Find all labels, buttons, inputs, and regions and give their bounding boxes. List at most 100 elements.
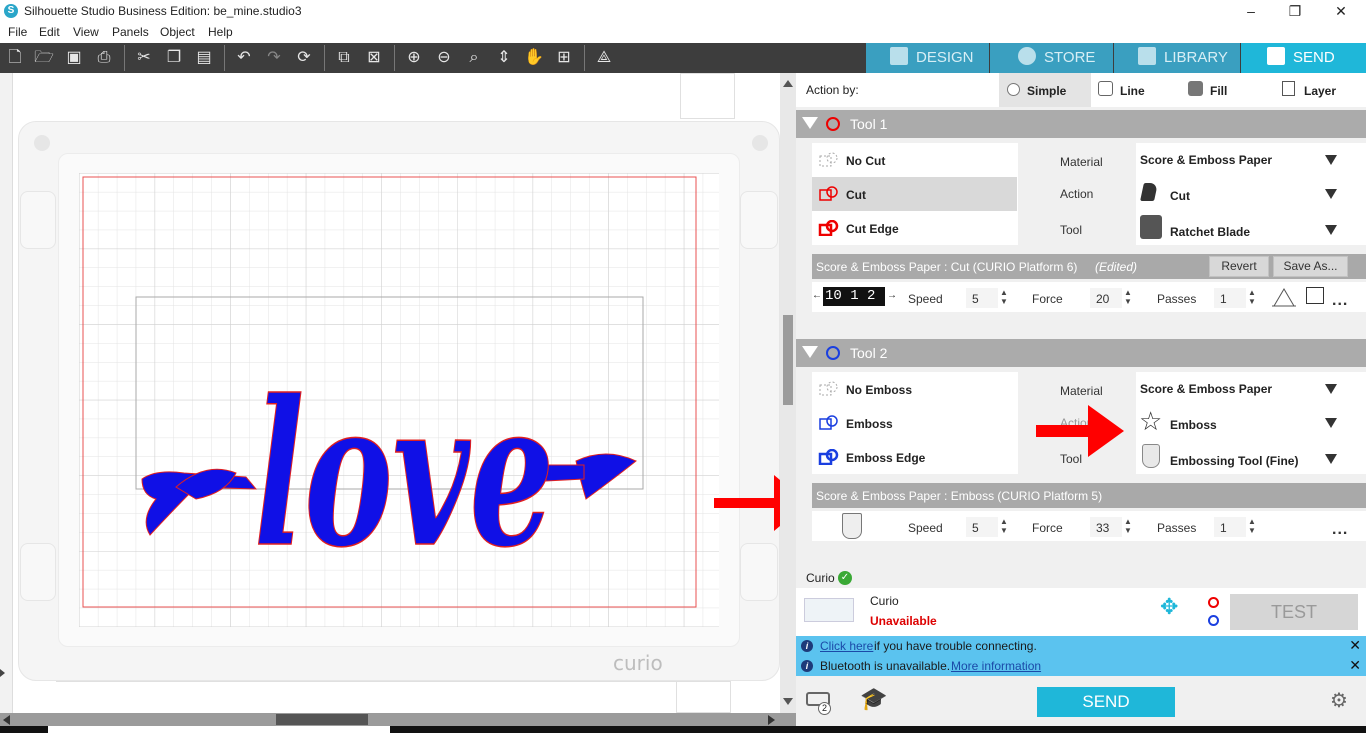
force-input[interactable]: 20 (1090, 288, 1122, 308)
collapse-triangle-icon[interactable] (802, 117, 818, 129)
close-info-icon[interactable]: ✕ (1349, 637, 1361, 654)
scroll-down-icon[interactable] (783, 698, 793, 705)
option-emboss[interactable]: Emboss (812, 406, 1017, 440)
group-icon[interactable]: ⧉ (331, 46, 357, 70)
love-design[interactable]: love (136, 369, 646, 564)
speed-stepper[interactable]: ▲ ▼ (1000, 288, 1008, 306)
close-window-button[interactable]: ✕ (1318, 0, 1364, 23)
action-line-option[interactable]: Line (1098, 73, 1182, 107)
restore-button[interactable]: ❐ (1272, 0, 1318, 23)
tab-design[interactable]: DESIGN (866, 43, 989, 73)
tutorial-cap-icon[interactable]: 🎓 (860, 687, 887, 711)
corner-icon[interactable] (1306, 287, 1324, 304)
material-dropdown-value[interactable]: Score & Emboss Paper (1140, 153, 1272, 167)
minimize-button[interactable]: – (1228, 0, 1274, 23)
open-folder-icon[interactable]: 🗁 (31, 46, 57, 70)
passes-stepper[interactable]: ▲ ▼ (1248, 517, 1256, 535)
force-input[interactable]: 33 (1090, 517, 1122, 537)
pixscan-icon[interactable]: ⟁ (591, 46, 617, 70)
more-options-icon[interactable]: ... (1332, 292, 1348, 310)
menu-help[interactable]: Help (208, 25, 233, 39)
ungroup-icon[interactable]: ⊠ (361, 46, 387, 70)
redo-icon[interactable]: ↷ (261, 46, 287, 70)
collapse-triangle-icon[interactable] (802, 346, 818, 358)
action-dropdown-arrow-icon[interactable] (1325, 189, 1337, 199)
material-dropdown-arrow-icon[interactable] (1325, 384, 1337, 394)
line-segment-overcut-icon[interactable] (1272, 286, 1296, 308)
menu-file[interactable]: File (8, 25, 27, 39)
tool-dropdown-arrow-icon[interactable] (1325, 454, 1337, 464)
material-dropdown-arrow-icon[interactable] (1325, 155, 1337, 165)
save-icon[interactable]: ▣ (61, 46, 87, 70)
send-queue-icon[interactable]: 2 (806, 690, 832, 715)
horizontal-scrollbar[interactable] (0, 713, 796, 726)
action-fill-option[interactable]: Fill (1188, 73, 1272, 107)
speed-stepper[interactable]: ▲ ▼ (1000, 517, 1008, 535)
paste-icon[interactable]: ▤ (191, 46, 217, 70)
tab-send[interactable]: SEND (1241, 43, 1366, 73)
horizontal-scroll-thumb[interactable] (276, 714, 368, 725)
close-info-icon[interactable]: ✕ (1349, 657, 1361, 674)
option-cut-edge[interactable]: Cut Edge (812, 211, 1017, 245)
zoom-out-icon[interactable]: ⊖ (431, 46, 457, 70)
move-arrows-icon[interactable]: ✥ (1160, 596, 1178, 618)
zoom-select-icon[interactable]: ⌕ (461, 46, 487, 70)
option-no-cut[interactable]: No Cut (812, 143, 1017, 177)
tab-store[interactable]: STORE (990, 43, 1113, 73)
menu-view[interactable]: View (73, 25, 99, 39)
undo-icon[interactable]: ↶ (231, 46, 257, 70)
scroll-up-icon[interactable] (783, 80, 793, 87)
settings-gear-icon[interactable]: ⚙ (1330, 689, 1348, 713)
passes-stepper[interactable]: ▲ ▼ (1248, 288, 1256, 306)
tool-dropdown-value[interactable]: Embossing Tool (Fine) (1170, 454, 1298, 468)
speed-input[interactable]: 5 (966, 288, 998, 308)
send-button[interactable]: SEND (1037, 687, 1175, 717)
more-information-link[interactable]: More information (951, 659, 1041, 673)
revert-button[interactable]: Revert (1209, 256, 1269, 277)
passes-input[interactable]: 1 (1214, 517, 1246, 537)
blade-increase-icon[interactable]: → (887, 290, 897, 301)
cut-scissors-icon[interactable]: ✂ (131, 46, 157, 70)
scroll-left-icon[interactable] (3, 715, 10, 725)
force-stepper[interactable]: ▲ ▼ (1124, 288, 1132, 306)
tool1-header[interactable]: Tool 1 (796, 110, 1366, 138)
print-icon[interactable]: ⎙ (91, 46, 117, 70)
tool-dropdown-arrow-icon[interactable] (1325, 225, 1337, 235)
scroll-right-icon[interactable] (768, 715, 775, 725)
save-as-button[interactable]: Save As... (1273, 256, 1348, 277)
action-dropdown-arrow-icon[interactable] (1325, 418, 1337, 428)
menu-object[interactable]: Object (160, 25, 195, 39)
passes-input[interactable]: 1 (1214, 288, 1246, 308)
click-here-link[interactable]: Click here (820, 639, 873, 653)
vertical-scrollbar[interactable] (780, 73, 796, 713)
fit-to-page-icon[interactable]: ⇕ (491, 46, 517, 70)
action-dropdown-value[interactable]: Cut (1170, 189, 1190, 203)
pan-hand-icon[interactable]: ✋ (521, 46, 547, 70)
option-cut[interactable]: Cut (812, 177, 1017, 211)
blade-decrease-icon[interactable]: ← (812, 290, 822, 301)
force-stepper[interactable]: ▲ ▼ (1124, 517, 1132, 535)
menu-edit[interactable]: Edit (39, 25, 60, 39)
copy-icon[interactable]: ❐ (161, 46, 187, 70)
action-dropdown-value[interactable]: Emboss (1170, 418, 1217, 432)
material-dropdown-value[interactable]: Score & Emboss Paper (1140, 382, 1272, 396)
zoom-in-icon[interactable]: ⊕ (401, 46, 427, 70)
option-emboss-edge[interactable]: Emboss Edge (812, 440, 1017, 474)
device-row[interactable]: Curio Unavailable ✥ TEST (796, 588, 1366, 636)
tool2-header[interactable]: Tool 2 (796, 339, 1366, 367)
redraw-icon[interactable]: ⟳ (291, 46, 317, 70)
design-canvas[interactable]: love curio (0, 73, 780, 713)
tab-library[interactable]: LIBRARY (1114, 43, 1240, 73)
test-button[interactable]: TEST (1230, 594, 1358, 630)
fit-view-icon[interactable]: ⊞ (551, 46, 577, 70)
more-options-icon[interactable]: ... (1332, 521, 1348, 539)
vertical-scroll-thumb[interactable] (783, 315, 793, 405)
menu-panels[interactable]: Panels (112, 25, 149, 39)
action-layer-option[interactable]: Layer (1282, 73, 1366, 107)
new-file-icon[interactable]: 🗋 (2, 46, 28, 70)
option-no-emboss[interactable]: No Emboss (812, 372, 1017, 406)
panel-expand-icon[interactable] (0, 669, 5, 677)
action-simple-option[interactable]: Simple (999, 73, 1091, 107)
speed-input[interactable]: 5 (966, 517, 998, 537)
tool-dropdown-value[interactable]: Ratchet Blade (1170, 225, 1250, 239)
